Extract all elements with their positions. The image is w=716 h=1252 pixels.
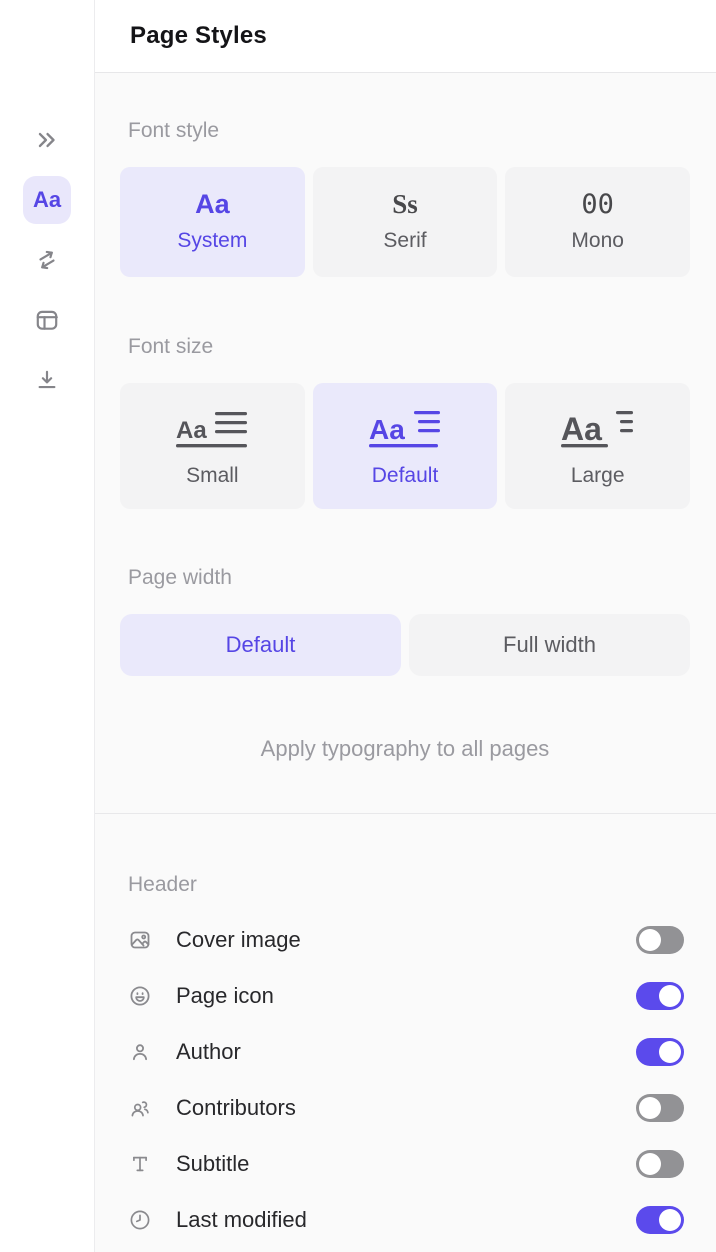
author-toggle[interactable] (636, 1038, 684, 1066)
double-chevron-right-icon (34, 127, 60, 153)
setting-row-page-icon: Page icon (120, 968, 684, 1024)
people-icon (128, 1096, 152, 1120)
option-label: Small (186, 464, 239, 488)
font-style-options: Aa System Ss Serif 00 Mono (120, 167, 690, 277)
serif-font-glyph: Ss (392, 191, 418, 218)
cover-image-icon (128, 928, 152, 952)
page-styles-panel: Page Styles Font style Aa System Ss Seri… (95, 0, 716, 1252)
option-label: Mono (571, 229, 624, 253)
setting-label: Subtitle (176, 1151, 249, 1177)
page-width-label: Page width (120, 566, 690, 590)
svg-text:Aa: Aa (561, 411, 602, 447)
option-label: System (177, 229, 247, 253)
option-label: Large (571, 464, 625, 488)
setting-row-last-modified: Last modified (120, 1192, 684, 1248)
option-label: Serif (383, 229, 426, 253)
font-size-label: Font size (120, 335, 690, 359)
setting-label: Author (176, 1039, 241, 1065)
header-settings-label: Header (120, 873, 684, 897)
setting-row-cover-image: Cover image (120, 912, 684, 968)
font-size-small-icon: Aa (175, 405, 249, 451)
option-label: Full width (503, 632, 596, 658)
toggle-knob (639, 1097, 661, 1119)
font-size-option-small[interactable]: Aa Small (120, 383, 305, 509)
clock-icon (128, 1208, 152, 1232)
mono-font-glyph: 00 (581, 191, 614, 218)
serif-t-icon (128, 1152, 152, 1176)
typography-section: Font style Aa System Ss Serif 00 Mono Fo… (95, 73, 716, 813)
last-modified-toggle[interactable] (636, 1206, 684, 1234)
apply-typography-button[interactable]: Apply typography to all pages (120, 736, 690, 762)
svg-text:Aa: Aa (176, 417, 207, 444)
left-icon-rail: Aa (0, 0, 95, 1252)
font-size-option-large[interactable]: Aa Large (505, 383, 690, 509)
subtitle-toggle[interactable] (636, 1150, 684, 1178)
font-size-large-icon: Aa (561, 405, 635, 451)
header-settings-rows: Cover image Page icon (120, 912, 684, 1248)
setting-row-author: Author (120, 1024, 684, 1080)
svg-text:Aa: Aa (369, 414, 405, 445)
tab-layout-options[interactable] (23, 296, 71, 344)
toggle-knob (639, 929, 661, 951)
tab-page-styles[interactable]: Aa (23, 176, 71, 224)
export-button[interactable] (23, 356, 71, 404)
setting-label: Last modified (176, 1207, 307, 1233)
download-icon (34, 367, 60, 393)
layout-panels-icon (34, 307, 60, 333)
page-width-option-full-width[interactable]: Full width (409, 614, 690, 676)
option-label: Default (226, 632, 296, 658)
tab-sync-options[interactable] (23, 236, 71, 284)
setting-label: Page icon (176, 983, 274, 1009)
system-font-glyph: Aa (195, 191, 230, 218)
page-width-option-default[interactable]: Default (120, 614, 401, 676)
panel-header: Page Styles (95, 0, 716, 73)
setting-row-contributors: Contributors (120, 1080, 684, 1136)
font-style-option-system[interactable]: Aa System (120, 167, 305, 277)
toggle-knob (659, 1209, 681, 1231)
setting-row-subtitle: Subtitle (120, 1136, 684, 1192)
font-style-option-mono[interactable]: 00 Mono (505, 167, 690, 277)
toggle-knob (659, 985, 681, 1007)
smiley-icon (128, 984, 152, 1008)
page-width-options: Default Full width (120, 614, 690, 676)
font-size-option-default[interactable]: Aa Default (313, 383, 498, 509)
font-size-default-icon: Aa (368, 405, 442, 451)
toggle-knob (659, 1041, 681, 1063)
app-window: Aa Page Styles Font style (0, 0, 716, 1252)
font-style-option-serif[interactable]: Ss Serif (313, 167, 498, 277)
font-style-label: Font style (120, 119, 690, 143)
page-icon-toggle[interactable] (636, 982, 684, 1010)
setting-label: Cover image (176, 927, 301, 953)
contributors-toggle[interactable] (636, 1094, 684, 1122)
cover-image-toggle[interactable] (636, 926, 684, 954)
font-size-options: Aa Small Aa D (120, 383, 690, 509)
person-icon (128, 1040, 152, 1064)
collapse-panel-button[interactable] (23, 116, 71, 164)
panel-title: Page Styles (130, 22, 267, 50)
header-settings-section: Header Cover image (95, 814, 716, 1248)
text-style-icon: Aa (33, 187, 61, 213)
swap-arrows-icon (34, 247, 60, 273)
setting-label: Contributors (176, 1095, 296, 1121)
option-label: Default (372, 464, 439, 488)
toggle-knob (639, 1153, 661, 1175)
